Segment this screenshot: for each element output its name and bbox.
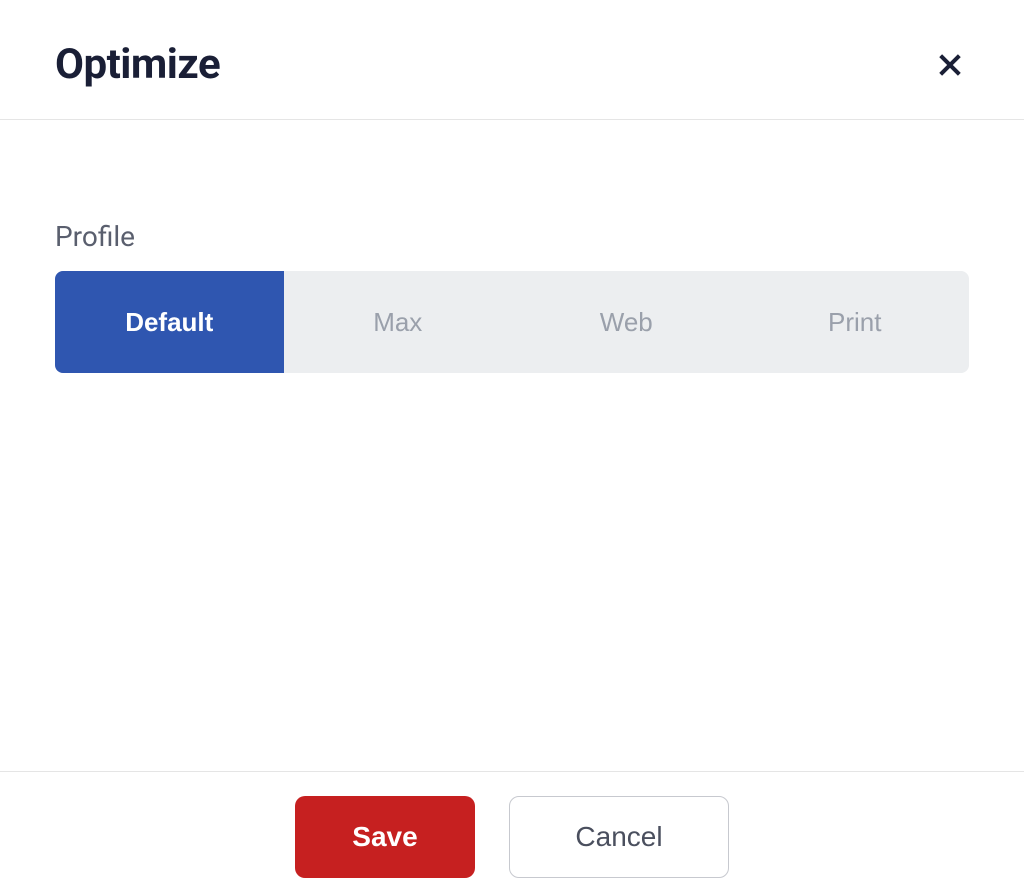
profile-segmented-control: Default Max Web Print (55, 271, 969, 373)
profile-option-print[interactable]: Print (741, 271, 970, 373)
profile-option-web[interactable]: Web (512, 271, 741, 373)
close-icon (934, 49, 966, 81)
profile-label: Profile (55, 220, 969, 253)
dialog-footer: Save Cancel (0, 771, 1024, 890)
profile-option-max[interactable]: Max (284, 271, 513, 373)
dialog-header: Optimize (0, 0, 1024, 120)
dialog-body: Profile Default Max Web Print (0, 120, 1024, 771)
profile-option-default[interactable]: Default (55, 271, 284, 373)
optimize-dialog: Optimize Profile Default Max Web Print S… (0, 0, 1024, 890)
close-button[interactable] (926, 41, 974, 89)
save-button[interactable]: Save (295, 796, 475, 878)
dialog-title: Optimize (55, 40, 220, 89)
cancel-button[interactable]: Cancel (509, 796, 729, 878)
